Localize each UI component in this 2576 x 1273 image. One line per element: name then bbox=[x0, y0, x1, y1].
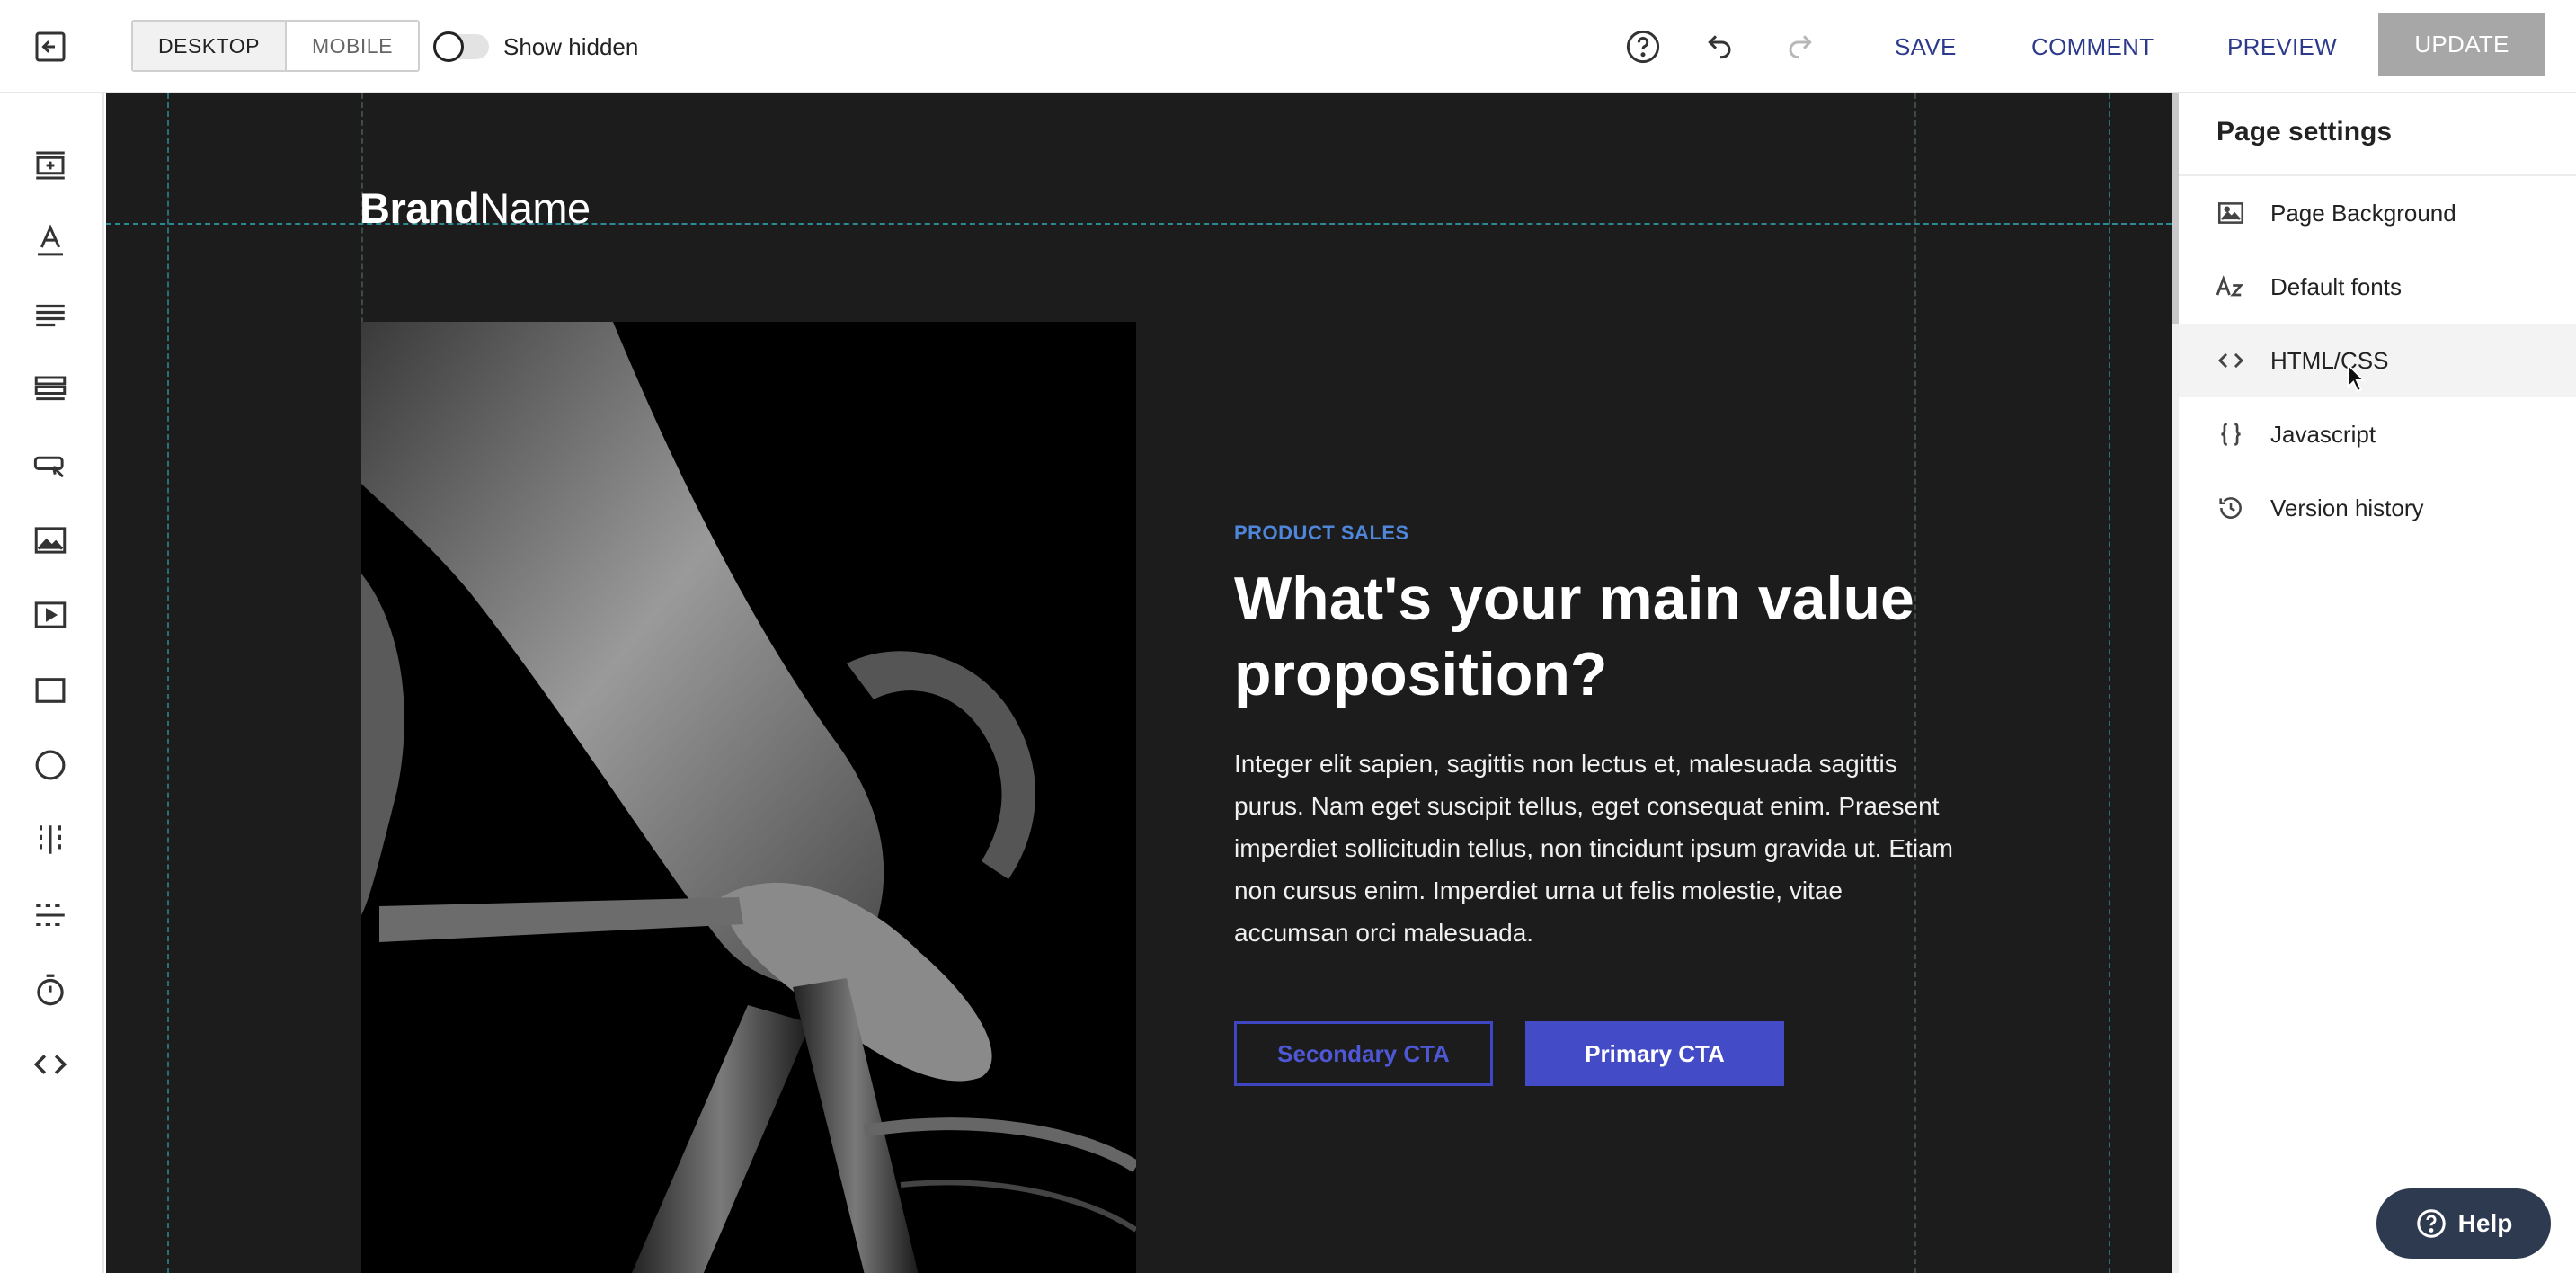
add-section-icon bbox=[36, 151, 65, 180]
element-toolbar bbox=[0, 93, 104, 1273]
brand-regular: Name bbox=[479, 184, 591, 232]
panel-title: Page settings bbox=[2216, 117, 2393, 147]
setting-html-css[interactable]: HTML/CSS bbox=[2179, 324, 2576, 397]
code-icon bbox=[33, 1055, 67, 1074]
body-paragraph[interactable]: Integer elit sapien, sagittis non lectus… bbox=[1234, 743, 1953, 954]
timer-icon bbox=[37, 974, 64, 1006]
setting-label: HTML/CSS bbox=[2270, 346, 2389, 374]
image-icon bbox=[2213, 195, 2249, 231]
divider-tool[interactable] bbox=[25, 890, 76, 940]
paragraph-icon bbox=[36, 304, 65, 327]
question-circle-icon bbox=[2416, 1209, 2446, 1238]
help-label: Help bbox=[2457, 1209, 2513, 1237]
columns-tool[interactable] bbox=[25, 815, 76, 865]
font-icon bbox=[2213, 269, 2249, 305]
hero-image[interactable] bbox=[361, 322, 1136, 1273]
desktop-view-button[interactable]: DESKTOP bbox=[133, 22, 287, 70]
history-icon bbox=[2213, 490, 2249, 526]
show-hidden-label: Show hidden bbox=[503, 32, 639, 60]
video-tool[interactable] bbox=[25, 590, 76, 640]
redo-button[interactable] bbox=[1776, 23, 1823, 70]
exit-editor-button[interactable] bbox=[25, 23, 76, 70]
brand-bold: Brand bbox=[360, 184, 480, 232]
list-icon bbox=[34, 376, 67, 401]
show-hidden-switch[interactable] bbox=[433, 31, 489, 62]
question-circle-icon bbox=[1626, 30, 1660, 64]
device-toggle: DESKTOP MOBILE bbox=[131, 20, 420, 72]
page-canvas[interactable]: BrandName PRODUCT SALES What's your main… bbox=[106, 93, 2172, 1273]
eyebrow-text[interactable]: PRODUCT SALES bbox=[1234, 521, 1409, 545]
setting-label: Version history bbox=[2270, 494, 2424, 521]
canvas-scrollbar-thumb[interactable] bbox=[2172, 93, 2179, 324]
redo-icon bbox=[1789, 35, 1812, 59]
setting-default-fonts[interactable]: Default fonts bbox=[2179, 250, 2576, 324]
help-circle-button[interactable] bbox=[1620, 23, 1666, 70]
secondary-cta-button[interactable]: Secondary CTA bbox=[1234, 1021, 1493, 1086]
image-icon bbox=[34, 527, 67, 554]
columns-icon bbox=[40, 825, 61, 854]
top-toolbar: DESKTOP MOBILE Show hidden SAVE COMMENT … bbox=[0, 0, 2576, 93]
undo-button[interactable] bbox=[1697, 23, 1744, 70]
setting-javascript[interactable]: Javascript bbox=[2179, 397, 2576, 471]
mouse-cursor-icon bbox=[2347, 363, 2366, 393]
button-icon bbox=[33, 456, 65, 478]
guide-line bbox=[167, 93, 169, 1273]
button-tool[interactable] bbox=[25, 441, 76, 491]
setting-label: Page Background bbox=[2270, 199, 2456, 227]
page-settings-panel: Page settings Page Background Default fo… bbox=[2179, 93, 2576, 1273]
save-button[interactable]: SAVE bbox=[1895, 27, 1957, 67]
image-tool[interactable] bbox=[25, 515, 76, 565]
brand-logo[interactable]: BrandName bbox=[360, 183, 591, 233]
guide-line bbox=[2109, 93, 2110, 1273]
cyclist-photo bbox=[361, 322, 1136, 1273]
text-icon bbox=[38, 224, 63, 256]
exit-icon bbox=[35, 31, 66, 62]
setting-label: Javascript bbox=[2270, 420, 2376, 448]
code-icon bbox=[2213, 343, 2249, 378]
list-tool[interactable] bbox=[25, 365, 76, 415]
undo-icon bbox=[1708, 35, 1731, 59]
show-hidden-toggle[interactable]: Show hidden bbox=[433, 27, 639, 67]
setting-label: Default fonts bbox=[2270, 272, 2402, 300]
video-icon bbox=[34, 601, 67, 628]
headline[interactable]: What's your main value proposition? bbox=[1234, 561, 1953, 712]
headline-tool[interactable] bbox=[25, 216, 76, 266]
primary-cta-button[interactable]: Primary CTA bbox=[1525, 1021, 1784, 1086]
comment-button[interactable]: COMMENT bbox=[2031, 27, 2154, 67]
add-section-tool[interactable] bbox=[25, 140, 76, 191]
setting-version-history[interactable]: Version history bbox=[2179, 471, 2576, 545]
help-button[interactable]: Help bbox=[2376, 1188, 2551, 1259]
setting-page-background[interactable]: Page Background bbox=[2179, 176, 2576, 250]
circle-icon bbox=[35, 750, 66, 780]
box-icon bbox=[35, 678, 66, 703]
update-button[interactable]: UPDATE bbox=[2378, 13, 2545, 76]
paragraph-tool[interactable] bbox=[25, 290, 76, 341]
code-tool[interactable] bbox=[25, 1039, 76, 1090]
preview-button[interactable]: PREVIEW bbox=[2227, 27, 2337, 67]
braces-icon bbox=[2213, 416, 2249, 452]
circle-tool[interactable] bbox=[25, 740, 76, 790]
divider-icon bbox=[36, 904, 65, 926]
mobile-view-button[interactable]: MOBILE bbox=[287, 22, 418, 70]
timer-tool[interactable] bbox=[25, 965, 76, 1015]
box-tool[interactable] bbox=[25, 665, 76, 716]
